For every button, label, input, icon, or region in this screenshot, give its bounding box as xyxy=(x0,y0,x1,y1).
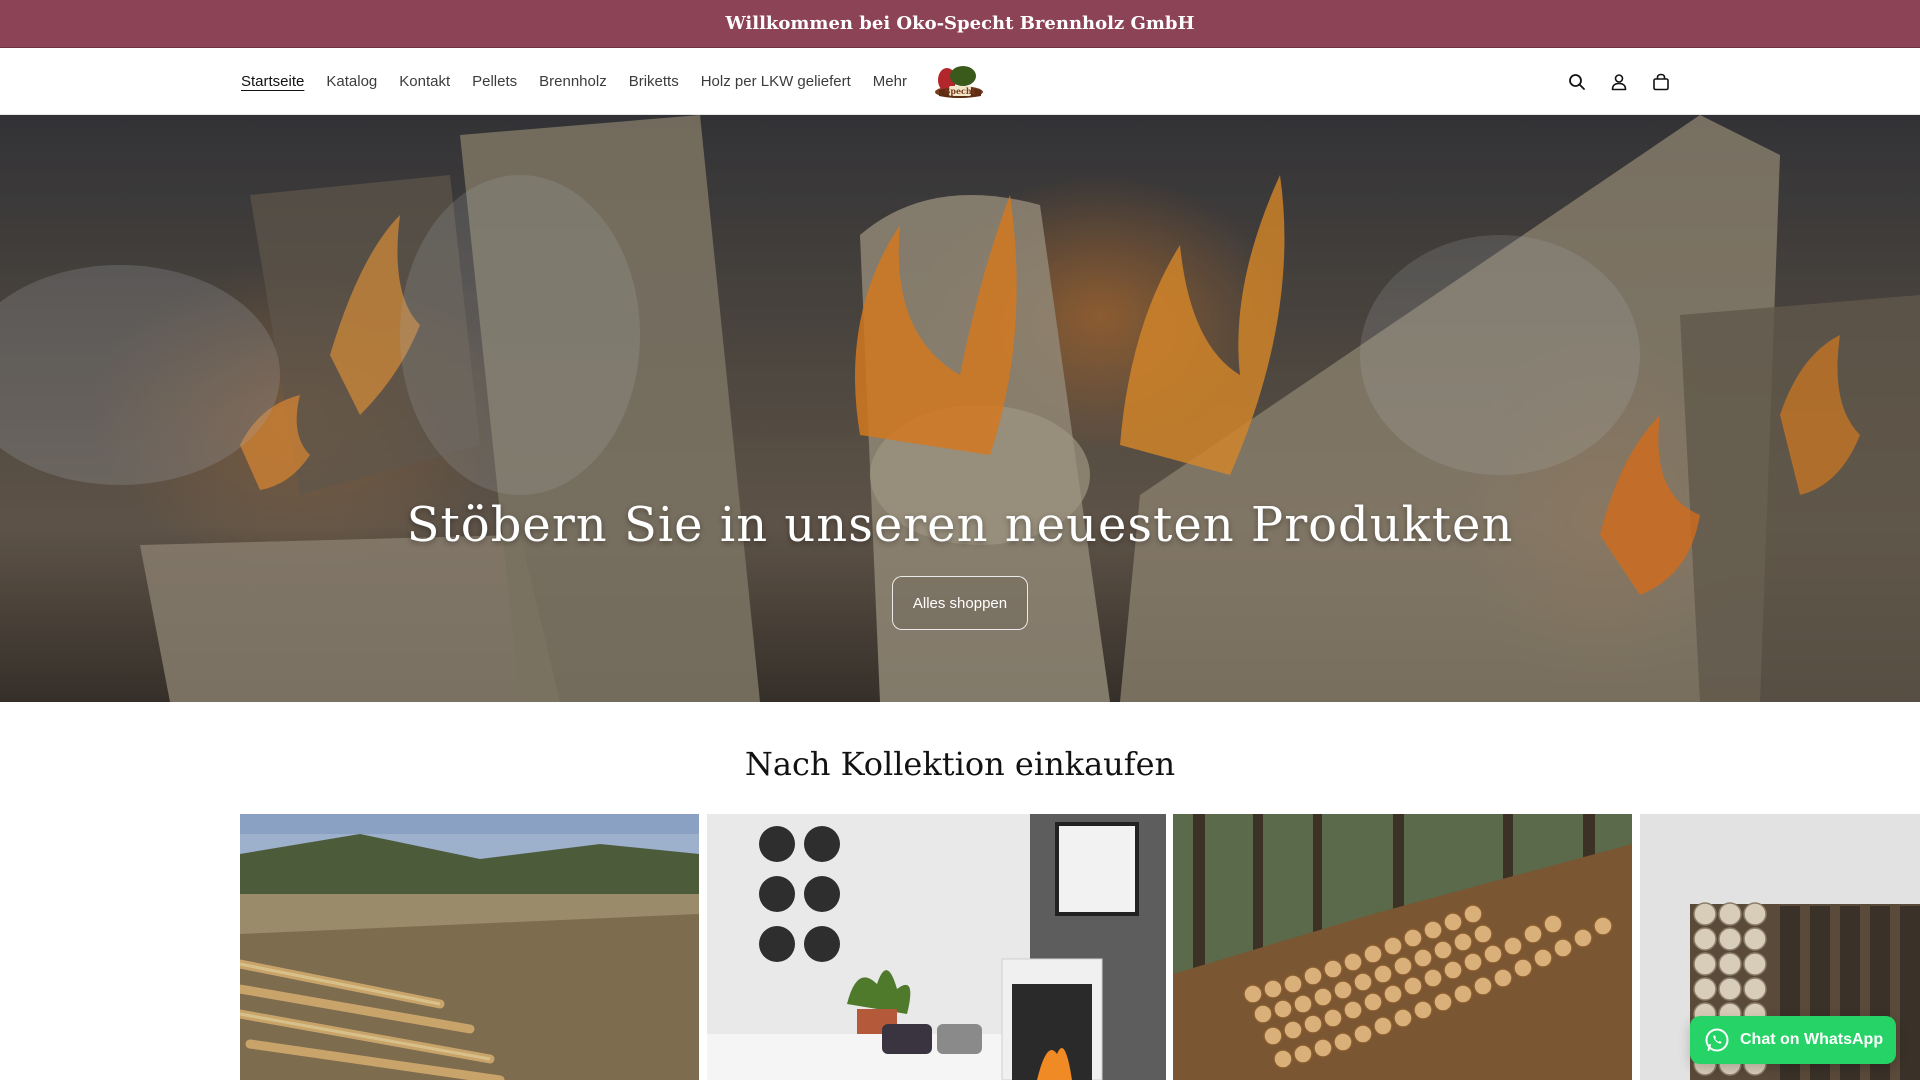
nav-item-katalog[interactable]: Katalog xyxy=(326,73,377,90)
account-button[interactable] xyxy=(1598,61,1640,103)
site-header: Startseite Katalog Kontakt Pellets Brenn… xyxy=(0,48,1920,115)
collection-image-pellet-stove xyxy=(707,814,1166,1080)
cart-button[interactable] xyxy=(1640,61,1682,103)
announcement-bar: Willkommen bei Oko-Specht Brennholz GmbH xyxy=(0,0,1920,48)
nav-item-holz-per-lkw[interactable]: Holz per LKW geliefert xyxy=(701,73,851,90)
collection-card[interactable] xyxy=(707,814,1166,1080)
collection-image-stacked-logs xyxy=(1173,814,1632,1080)
shop-all-button[interactable]: Alles shoppen xyxy=(892,576,1028,630)
woodpecker-logo-icon: Specht xyxy=(935,66,983,98)
collections-title: Nach Kollektion einkaufen xyxy=(744,745,1176,783)
collection-image-forest-logs xyxy=(240,814,699,1080)
hero-title: Stöbern Sie in unseren neuesten Produkte… xyxy=(406,497,1514,553)
nav-item-kontakt[interactable]: Kontakt xyxy=(399,73,450,90)
header-icons xyxy=(1556,48,1682,115)
nav-item-briketts[interactable]: Briketts xyxy=(629,73,679,90)
nav-item-mehr[interactable]: Mehr xyxy=(873,73,907,90)
hero-banner: Stöbern Sie in unseren neuesten Produkte… xyxy=(0,115,1920,702)
logo-text: Specht xyxy=(945,86,976,96)
search-icon xyxy=(1569,73,1585,90)
whatsapp-icon xyxy=(1705,1028,1729,1052)
cart-icon xyxy=(1653,73,1669,90)
site-logo[interactable]: Specht xyxy=(931,62,987,102)
whatsapp-chat-button[interactable]: Chat on WhatsApp xyxy=(1690,1016,1896,1064)
main-nav: Startseite Katalog Kontakt Pellets Brenn… xyxy=(241,48,929,115)
collection-card[interactable] xyxy=(240,814,699,1080)
announcement-text: Willkommen bei Oko-Specht Brennholz GmbH xyxy=(725,13,1195,34)
collection-card[interactable] xyxy=(1173,814,1632,1080)
whatsapp-label: Chat on WhatsApp xyxy=(1740,1031,1884,1048)
nav-item-brennholz[interactable]: Brennholz xyxy=(539,73,607,90)
nav-item-startseite[interactable]: Startseite xyxy=(241,73,304,90)
search-button[interactable] xyxy=(1556,61,1598,103)
account-icon xyxy=(1611,73,1627,90)
nav-item-pellets[interactable]: Pellets xyxy=(472,73,517,90)
